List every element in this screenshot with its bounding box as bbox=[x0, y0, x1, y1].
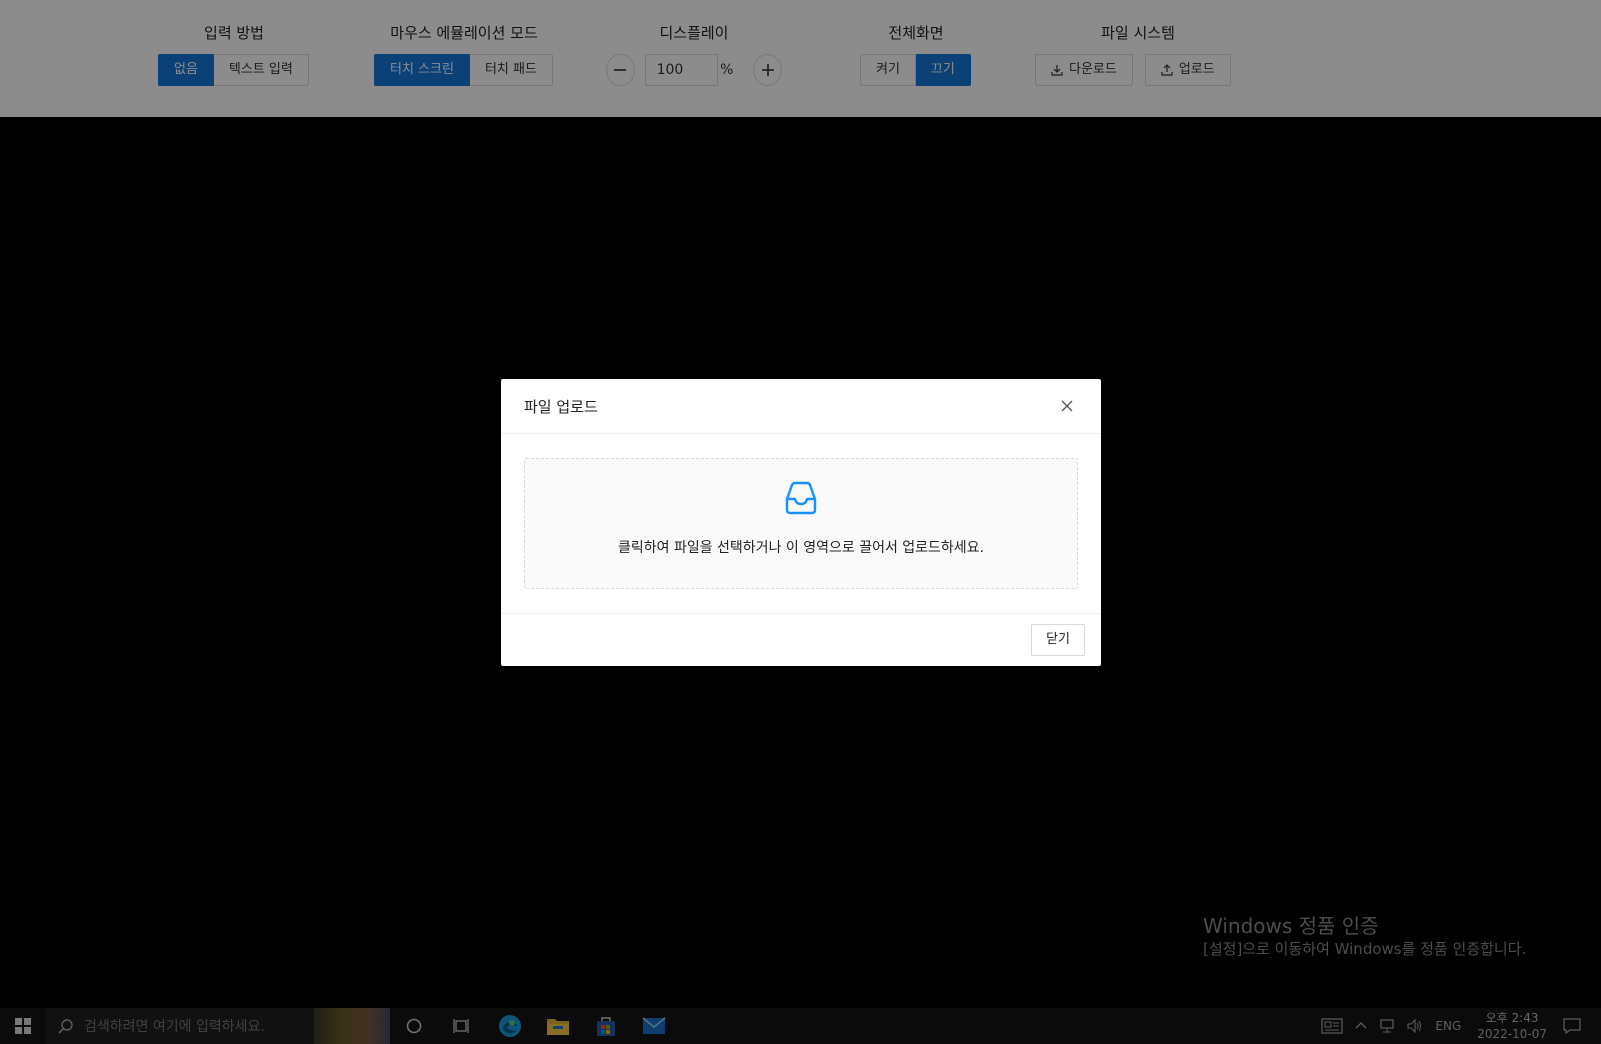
close-icon bbox=[1061, 400, 1073, 412]
upload-dropzone[interactable]: 클릭하여 파일을 선택하거나 이 영역으로 끌어서 업로드하세요. bbox=[524, 458, 1078, 589]
file-upload-modal: 파일 업로드 클릭하여 파일을 선택하거나 이 영역으로 끌어서 업로드하세요.… bbox=[501, 379, 1101, 666]
dropzone-instruction: 클릭하여 파일을 선택하거나 이 영역으로 끌어서 업로드하세요. bbox=[617, 540, 985, 556]
modal-close-button[interactable] bbox=[1056, 395, 1078, 417]
close-button[interactable]: 닫기 bbox=[1031, 624, 1085, 656]
modal-header: 파일 업로드 bbox=[501, 379, 1101, 434]
modal-title: 파일 업로드 bbox=[524, 397, 598, 416]
modal-footer: 닫기 bbox=[501, 613, 1101, 666]
inbox-icon bbox=[785, 481, 817, 515]
